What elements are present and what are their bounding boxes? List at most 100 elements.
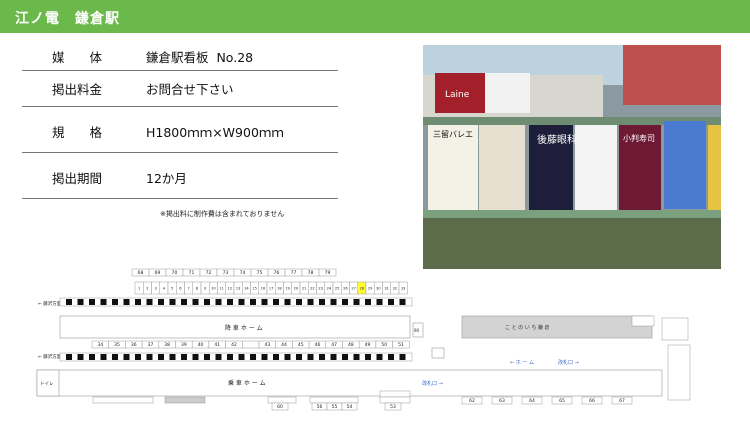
concourse-label: こ と の い ち 鎌 倉 [505,324,550,331]
ad-slot-label: 19 [285,287,290,291]
track-tie [204,354,210,360]
ad-slot-label: 33 [401,287,406,291]
ad-slot-bottom-label: 60 [277,404,283,410]
middle-number-row: 34 35 36 37 38 39 40 41 42 43 44 45 46 47 48 49 50 51 [91,340,410,349]
info-label: 掲出期間 [51,171,102,186]
sign-ophthalmology: 後藤眼科 [537,133,577,146]
info-row-medium: 媒 体 鎌倉駅看板 No.28 [22,38,338,71]
page-title: 江ノ電 鎌倉駅 [15,11,120,27]
ad-slot-small-label: 75 [257,270,263,276]
track-tie [307,354,314,360]
ad-slot-label: 13 [236,287,241,291]
ad-slot-label: 27 [351,287,356,291]
ad-slot-bottom-label: 56 [317,404,323,410]
ad-slot-label: 32 [393,287,398,291]
ad-slot-label: 17 [269,287,274,291]
ad-slot-small-label: 69 [155,270,161,276]
track-tie [319,299,325,305]
track-tie [296,299,302,305]
track-tie [66,354,72,360]
ad-slot-small-label: 73 [223,270,229,276]
side-building [667,344,691,401]
track-tie [365,354,371,360]
track-tie [89,354,95,360]
sign-sushi: 小判寿司 [623,133,655,143]
ad-slot-label: 1 [138,287,140,291]
ad-slot-label: 11 [219,287,224,291]
track-tie [307,299,314,305]
ad-slot-label: 16 [261,287,266,291]
track-tie [273,299,279,305]
ad-slot-small-label: 68 [138,270,144,276]
ad-slot-small-label: 77 [291,270,297,276]
ad-slot-middle-label: 35 [114,342,120,348]
track-tie [77,354,84,360]
track-tie [123,299,130,305]
sign-ballet: 三留バレエ [433,129,473,139]
sign-laine: Laine [445,90,470,100]
track-tie [192,299,199,305]
ad-slot-small-label: 79 [325,270,331,276]
track-tie [250,299,256,305]
ad-slot-middle-label: 41 [214,342,220,348]
bottom-frame [267,396,297,404]
ad-slot-middle-label: 36 [131,342,137,348]
ad-slot-middle-label: 39 [181,342,187,348]
ad-slot-label: 26 [343,287,348,291]
ad-slot-bottom-label: 62 [469,398,475,404]
ad-slot-label: 20 [294,287,299,291]
track-tie [215,354,222,360]
ad-slot-middle-label: 46 [315,342,321,348]
track-tie [192,354,199,360]
ad-slot-small-label: 74 [240,270,246,276]
track-tie [100,299,107,305]
top-number-row: 1 2 3 4 5 6 7 8 9 10 11 12 13 14 15 16 17 18 19 20 21 22 23 24 2… [134,281,408,295]
track-tie [77,299,84,305]
track-tie [135,354,141,360]
bottom-frame [164,396,206,404]
info-value: 鎌倉駅看板 No.28 [146,50,254,65]
platform-upper-label: 降 車 ホ ー ム [225,324,263,332]
station-map: 68 69 70 71 72 73 74 75 76 77 78 79 1 2 3 4 5 6 7 8 9 10 11 12… [36,268,691,411]
ad-slot-label: 31 [384,287,389,291]
ad-slot-bottom-label: 53 [390,404,396,410]
info-label: 媒 体 [51,50,102,65]
track-tie [261,299,268,305]
booth-number: 90 [414,328,420,333]
ad-slot-bottom-label: 54 [347,404,353,410]
ad-slot-middle-label: 45 [298,342,304,348]
bottom-frame [379,390,411,398]
direction-label-top: ← 藤沢方面 [38,300,62,307]
track-tie [112,354,118,360]
track-tie [319,354,325,360]
track-tie [169,299,176,305]
ad-slot-middle-label: 42 [231,342,237,348]
ad-slot-middle-label: 40 [198,342,204,348]
info-label: 掲出料金 [51,82,102,97]
info-row-size: 規 格 H1800ｍｍ×W900ｍｍ [22,107,338,153]
track-tie [100,354,107,360]
ad-slot-label: 5 [171,287,173,291]
ad-slot-label: 3 [154,287,156,291]
ad-slot-label: 21 [302,287,307,291]
track-tie [342,299,348,305]
home-label: ← ホ ー ム [510,360,534,366]
ad-slot-label: 14 [244,287,249,291]
track-tie [123,354,130,360]
platform-lower [36,369,663,397]
small-box [431,347,445,359]
track-tie [399,354,406,360]
ad-slot-middle-label: 51 [398,342,404,348]
ad-slot-small-label: 70 [172,270,178,276]
ad-slot-bottom-label: 64 [529,398,535,404]
ad-slot-middle-label: 38 [164,342,170,348]
ad-slot-middle-label: 44 [281,342,287,348]
ad-slot-label: 30 [376,287,381,291]
ad-slot-small-label: 78 [308,270,314,276]
track-tie [146,299,153,305]
ad-slot-label: 23 [318,287,323,291]
track-tie [181,354,187,360]
photo-illustration: 三留バレエ 後藤眼科 小判寿司 Laine [423,45,721,269]
track-tie [342,354,348,360]
stair-box [661,317,689,341]
